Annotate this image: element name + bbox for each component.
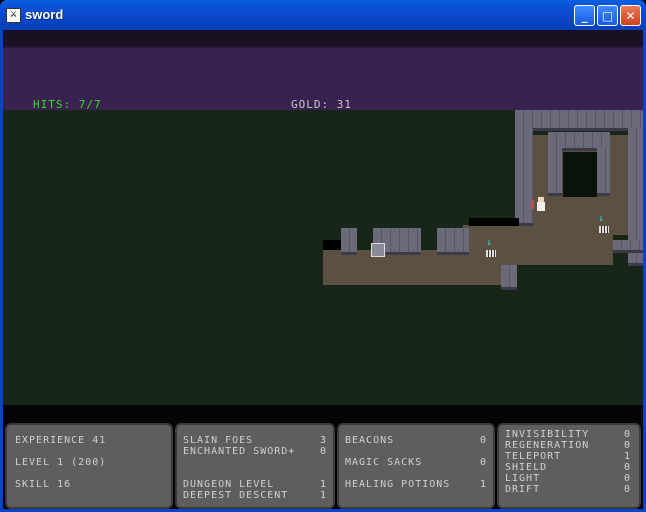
enchanted-sword-label: ENCHANTED SWORD+	[183, 446, 296, 457]
title-bar: ⚔ sword _ □ ✕	[0, 0, 646, 30]
teleport-value: 1	[623, 451, 631, 462]
skill-label: SKILL 16	[15, 479, 72, 490]
magic-sacks-label: MAGIC SACKS	[345, 457, 423, 468]
items-panel: BEACONS 0 MAGIC SACKS 0 HEALING POTIONS …	[337, 423, 495, 509]
drift-label: DRIFT	[505, 484, 541, 495]
arrow-down-icon: ↓	[486, 237, 493, 248]
stats-panel: EXPERIENCE 41 LEVEL 1 (200) SKILL 16	[5, 423, 173, 509]
invisibility-label: INVISIBILITY	[505, 429, 590, 440]
shield-value: 0	[623, 462, 631, 473]
magic-sacks-value: 0	[479, 457, 487, 468]
window-title: sword	[25, 7, 64, 22]
beacons-value: 0	[479, 435, 487, 446]
game-viewport[interactable]: HITS: 7/7 GOLD: 31 ↓ ↓ EXPERIENCE 41 LEV…	[3, 30, 643, 509]
regeneration-value: 0	[623, 440, 631, 451]
stone-wall	[437, 228, 469, 255]
stone-wall	[501, 265, 517, 290]
dungeon-level-value: 1	[319, 479, 327, 490]
powers-panel: INVISIBILITY 0 REGENERATION 0 TELEPORT 1…	[497, 423, 641, 509]
stone-wall	[613, 240, 643, 253]
shadow	[469, 218, 519, 226]
invisibility-value: 0	[623, 429, 631, 440]
dungeon-map[interactable]: ↓ ↓	[3, 110, 643, 405]
app-icon[interactable]: ⚔	[6, 8, 21, 23]
minimize-button[interactable]: _	[574, 5, 595, 26]
stone-wall	[515, 128, 533, 226]
hud-top-bar: HITS: 7/7 GOLD: 31	[3, 46, 643, 111]
shadow	[323, 240, 341, 250]
stone-wall	[515, 110, 643, 131]
hud-band	[3, 30, 643, 46]
maximize-button[interactable]: □	[597, 5, 618, 26]
deepest-descent-value: 1	[319, 490, 327, 501]
pit	[563, 152, 597, 197]
regeneration-label: REGENERATION	[505, 440, 590, 451]
hero-sprite	[532, 197, 547, 211]
stairs-down-icon[interactable]	[486, 250, 496, 257]
light-label: LIGHT	[505, 473, 541, 484]
treasure-chest-icon[interactable]	[371, 243, 385, 257]
shield-label: SHIELD	[505, 462, 548, 473]
slain-foes-label: SLAIN FOES	[183, 435, 254, 446]
close-button[interactable]: ✕	[620, 5, 641, 26]
arrow-down-icon: ↓	[598, 213, 605, 224]
teleport-label: TELEPORT	[505, 451, 562, 462]
beacons-label: BEACONS	[345, 435, 395, 446]
experience-label: EXPERIENCE 41	[15, 435, 107, 446]
stone-wall	[597, 148, 610, 196]
dungeon-level-label: DUNGEON LEVEL	[183, 479, 275, 490]
stone-wall	[548, 148, 562, 196]
drift-value: 0	[623, 484, 631, 495]
healing-potions-label: HEALING POTIONS	[345, 479, 451, 490]
stone-wall	[341, 228, 357, 255]
healing-potions-value: 1	[479, 479, 487, 490]
level-label: LEVEL 1 (200)	[15, 457, 107, 468]
deepest-descent-label: DEEPEST DESCENT	[183, 490, 289, 501]
light-value: 0	[623, 473, 631, 484]
progress-panel: SLAIN FOES 3 ENCHANTED SWORD+ 0 DUNGEON …	[175, 423, 335, 509]
slain-foes-value: 3	[319, 435, 327, 446]
stairs-down-icon[interactable]	[599, 226, 609, 233]
enchanted-sword-value: 0	[319, 446, 327, 457]
status-band	[3, 405, 643, 425]
